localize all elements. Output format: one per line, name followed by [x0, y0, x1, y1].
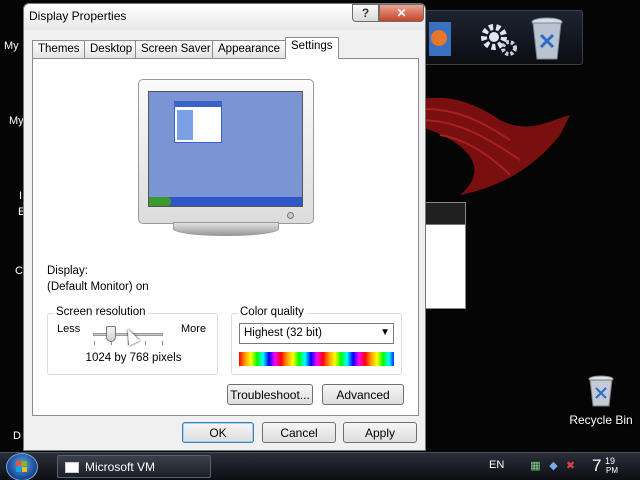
dialog-titlebar[interactable]: Display Properties ? ✕	[24, 4, 425, 30]
taskbar-item-label: Microsoft VM	[85, 460, 156, 474]
color-spectrum-bar	[239, 352, 394, 366]
color-quality-legend: Color quality	[238, 306, 306, 318]
slider-tick	[162, 341, 163, 345]
slider-less-label: Less	[57, 323, 81, 335]
troubleshoot-button[interactable]: Troubleshoot...	[227, 384, 313, 405]
security-alert-icon[interactable]: ✖	[564, 458, 577, 472]
cancel-button[interactable]: Cancel	[262, 422, 336, 443]
color-quality-group: Color quality Highest (32 bit) ▼	[231, 306, 402, 375]
background-window-titlebar[interactable]	[426, 203, 465, 225]
apply-button[interactable]: Apply	[343, 422, 417, 443]
media-player-icon[interactable]	[423, 17, 465, 59]
tab-themes[interactable]: Themes	[32, 40, 86, 58]
chevron-down-icon[interactable]: ▼	[380, 327, 390, 338]
slider-tick	[94, 341, 95, 345]
clock-hour[interactable]: 7	[592, 456, 601, 476]
language-indicator[interactable]: EN	[489, 459, 504, 471]
tab-settings[interactable]: Settings	[285, 37, 339, 59]
desktop-icon-label[interactable]: I	[19, 190, 22, 202]
dialog-title: Display Properties	[29, 9, 127, 23]
tab-desktop[interactable]: Desktop	[84, 40, 139, 58]
background-window[interactable]	[425, 202, 466, 309]
recycle-bin-icon[interactable]	[526, 17, 568, 60]
start-button[interactable]	[6, 453, 38, 480]
taskbar: Microsoft VM EN ▦ ◆ ✖ 7 19 PM	[0, 452, 640, 480]
resolution-slider-thumb[interactable]	[105, 326, 116, 342]
ok-button[interactable]: OK	[182, 422, 254, 443]
desktop-icon-label[interactable]: My	[9, 115, 24, 127]
slider-tick	[145, 341, 146, 345]
resolution-value: 1024 by 768 pixels	[85, 352, 182, 364]
display-label: Display:	[47, 265, 88, 277]
preview-window	[174, 101, 222, 143]
monitor-screen	[148, 91, 303, 207]
display-value: (Default Monitor) on	[47, 281, 149, 293]
recycle-bin-shortcut[interactable]: Recycle Bin	[566, 374, 636, 427]
preview-start-button	[149, 197, 171, 206]
network-icon[interactable]: ▦	[529, 458, 542, 472]
recycle-bin-label: Recycle Bin	[569, 413, 633, 427]
color-quality-value: Highest (32 bit)	[244, 327, 322, 339]
slider-more-label: More	[181, 323, 207, 335]
monitor-body	[138, 79, 314, 224]
taskbar-item-microsoft-vm[interactable]: Microsoft VM	[57, 455, 211, 478]
recycle-bin-icon	[588, 375, 614, 407]
advanced-button[interactable]: Advanced	[322, 384, 404, 405]
gears-icon[interactable]	[478, 17, 520, 59]
screen-resolution-legend: Screen resolution	[54, 306, 148, 318]
help-button[interactable]: ?	[352, 4, 379, 22]
monitor-stand	[173, 222, 279, 236]
desktop-icon-label[interactable]: My	[4, 40, 19, 52]
window-icon	[65, 462, 79, 473]
power-icon	[287, 212, 294, 219]
monitor-preview	[138, 79, 314, 239]
clock-ampm[interactable]: PM	[606, 466, 618, 475]
dock	[420, 10, 583, 65]
display-properties-dialog: Display Properties ? ✕ Themes Desktop Sc…	[23, 3, 426, 451]
windows-logo-icon	[16, 461, 27, 472]
clock-minute[interactable]: 19	[605, 456, 615, 466]
desktop-icon-label[interactable]: C	[15, 265, 23, 277]
color-quality-select[interactable]: Highest (32 bit) ▼	[239, 323, 394, 344]
update-icon[interactable]: ◆	[547, 458, 560, 472]
tab-appearance[interactable]: Appearance	[212, 40, 287, 58]
close-button[interactable]: ✕	[379, 4, 424, 22]
preview-taskbar	[149, 197, 302, 206]
tab-screen-saver[interactable]: Screen Saver	[135, 40, 217, 58]
settings-panel: Display: (Default Monitor) on Screen res…	[32, 58, 419, 416]
desktop-icon-label[interactable]: D	[13, 430, 21, 442]
